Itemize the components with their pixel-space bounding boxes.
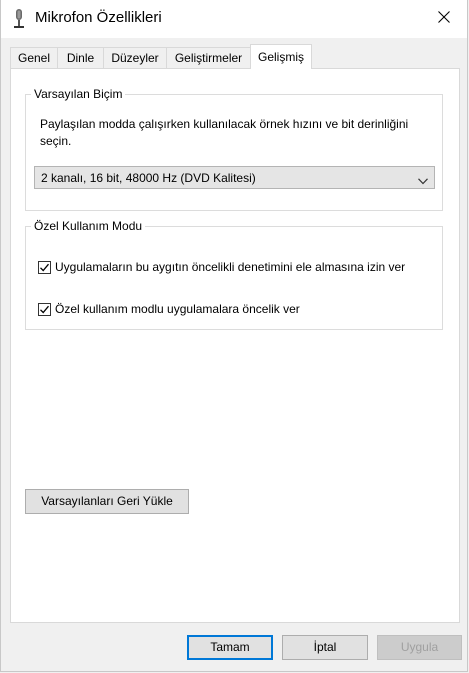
tab-label: Düzeyler: [111, 51, 159, 65]
tab-label: Gelişmiş: [257, 50, 304, 64]
allow-exclusive-control-checkbox[interactable]: [38, 261, 51, 274]
dropdown-selected-value: 2 kanalı, 16 bit, 48000 Hz (DVD Kalitesi…: [41, 171, 256, 185]
window-title: Mikrofon Özellikleri: [35, 9, 162, 26]
default-format-description: Paylaşılan modda çalışırken kullanılacak…: [40, 117, 409, 148]
apply-button[interactable]: Uygula: [377, 635, 462, 660]
microphone-icon: [12, 8, 26, 30]
sample-rate-dropdown[interactable]: 2 kanalı, 16 bit, 48000 Hz (DVD Kalitesi…: [34, 166, 435, 189]
group-title: Özel Kullanım Modu: [31, 218, 146, 234]
checkbox-label: Uygulamaların bu aygıtın öncelikli denet…: [55, 260, 406, 274]
exclusive-mode-group: Özel Kullanım Modu Uygulamaların bu aygı…: [25, 218, 443, 330]
cancel-button[interactable]: İptal: [282, 635, 368, 660]
tab-general[interactable]: Genel: [10, 47, 58, 68]
ok-button[interactable]: Tamam: [187, 635, 273, 660]
tab-enhancements[interactable]: Geliştirmeler: [166, 47, 251, 68]
group-title: Varsayılan Biçim: [31, 86, 126, 102]
chevron-down-icon: [418, 174, 428, 185]
tab-label: Dinle: [66, 51, 95, 65]
properties-dialog: Mikrofon Özellikleri Genel Dinle Düzeyle…: [0, 0, 468, 672]
tab-levels[interactable]: Düzeyler: [103, 47, 167, 68]
default-format-group: Varsayılan Biçim Paylaşılan modda çalışı…: [25, 86, 443, 211]
restore-defaults-button[interactable]: Varsayılanları Geri Yükle: [25, 489, 189, 514]
close-button[interactable]: [421, 0, 467, 36]
tab-listen[interactable]: Dinle: [57, 47, 104, 68]
tab-label: Genel: [17, 51, 51, 65]
tab-label: Geliştirmeler: [174, 51, 243, 65]
tab-panel-advanced: Varsayılan Biçim Paylaşılan modda çalışı…: [10, 68, 460, 623]
checkbox-label: Özel kullanım modlu uygulamalara öncelik…: [55, 302, 300, 316]
tab-advanced[interactable]: Gelişmiş: [250, 44, 312, 69]
checkmark-icon: [40, 263, 49, 272]
checkmark-icon: [40, 305, 49, 314]
close-icon: [438, 10, 450, 26]
title-bar[interactable]: Mikrofon Özellikleri: [1, 0, 467, 38]
exclusive-priority-checkbox[interactable]: [38, 303, 51, 316]
